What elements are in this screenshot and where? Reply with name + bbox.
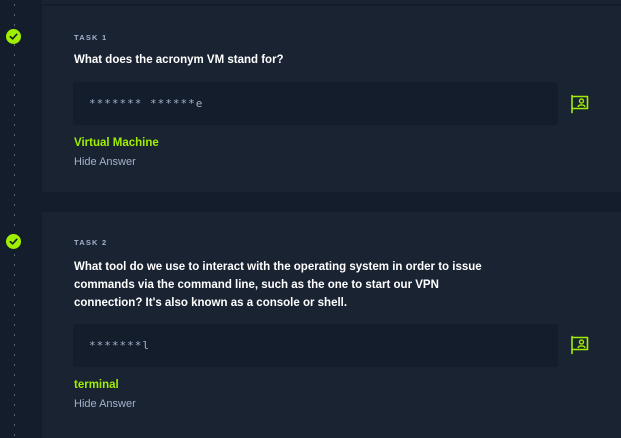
task-list-page: TASK 1 What does the acronym VM stand fo… — [0, 0, 621, 438]
answer-field[interactable]: *******l — [73, 324, 558, 367]
task-card-1: TASK 1 What does the acronym VM stand fo… — [42, 6, 621, 192]
task-label: TASK 1 — [74, 33, 108, 42]
task-label: TASK 2 — [74, 238, 108, 247]
task-card-2: TASK 2 What tool do we use to interact w… — [42, 212, 621, 438]
timeline-dots — [14, 0, 15, 438]
answer-text: terminal — [74, 379, 119, 391]
hide-answer-link[interactable]: Hide Answer — [74, 398, 136, 410]
task-question: What tool do we use to interact with the… — [74, 261, 482, 309]
hide-answer-link[interactable]: Hide Answer — [74, 156, 136, 168]
answer-text: Virtual Machine — [74, 137, 159, 149]
previous-card-edge — [42, 0, 621, 4]
check-circle-icon — [6, 234, 21, 249]
flag-icon[interactable] — [569, 334, 591, 356]
flag-icon[interactable] — [569, 93, 591, 115]
task-question: What does the acronym VM stand for? — [74, 54, 284, 66]
answer-field[interactable]: ******* ******e — [73, 82, 558, 125]
check-circle-icon — [6, 29, 21, 44]
